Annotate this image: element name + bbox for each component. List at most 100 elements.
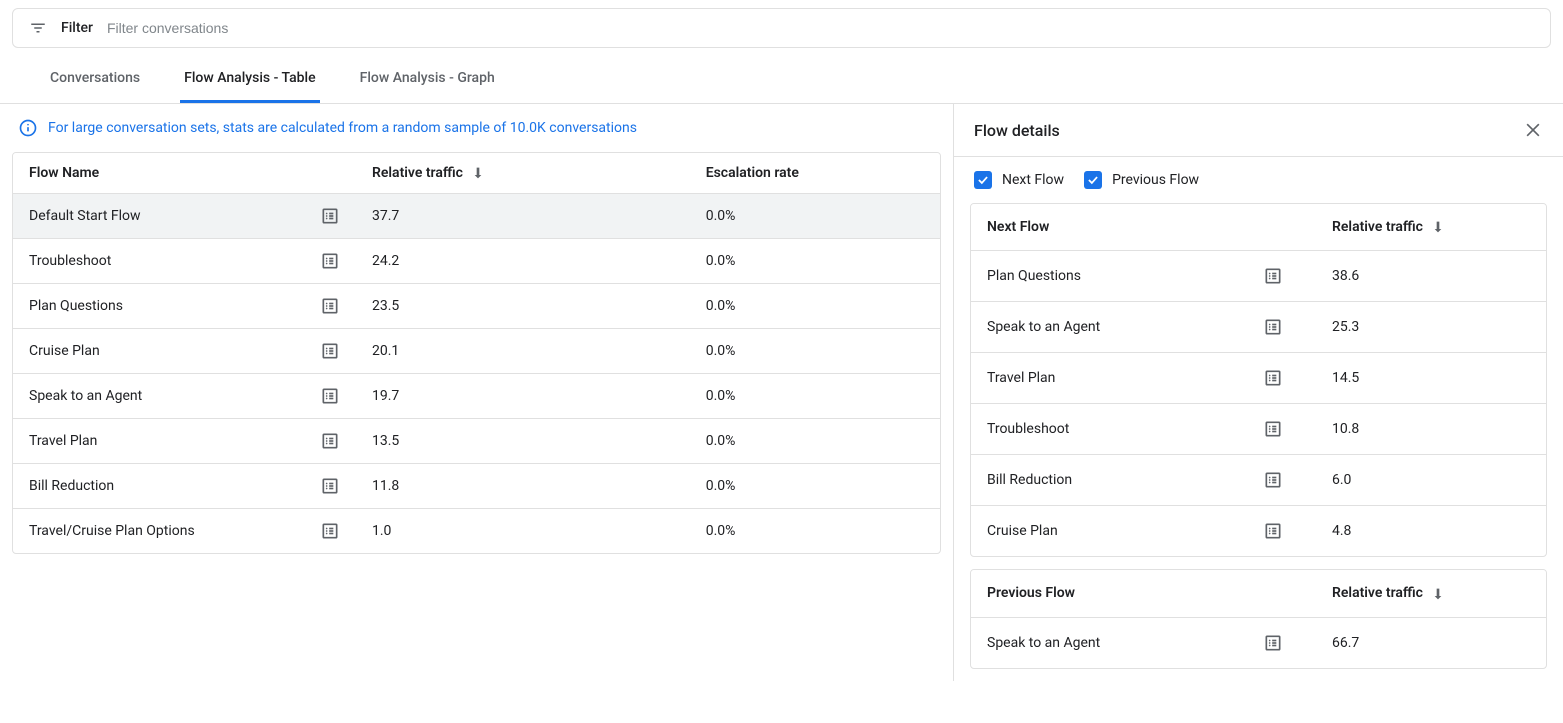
table-row[interactable]: Speak to an Agent 66.7 [971,617,1546,668]
col-header-flow-name[interactable]: Flow Name [13,153,356,194]
col-header-relative-traffic-text: Relative traffic [1332,585,1423,601]
table-row[interactable]: Travel Plan 13.50.0% [13,419,940,464]
table-row[interactable]: Cruise Plan4.8 [971,506,1546,557]
tab-conversations[interactable]: Conversations [46,54,144,103]
relative-traffic-cell: 6.0 [1316,455,1546,506]
relative-traffic-cell: 13.5 [356,419,690,464]
flow-name-text: Speak to an Agent [971,302,1247,353]
escalation-rate-cell: 0.0% [690,464,940,509]
checkbox-previous-flow-label: Previous Flow [1112,172,1199,188]
list-icon[interactable] [320,296,340,316]
list-icon[interactable] [320,251,340,271]
list-icon[interactable] [320,431,340,451]
list-icon[interactable] [1263,368,1300,388]
next-flow-table: Next Flow Relative traffic Plan Question… [970,203,1547,557]
relative-traffic-cell: 37.7 [356,194,690,239]
list-icon[interactable] [320,521,340,541]
table-row[interactable]: Travel Plan 14.5 [971,353,1546,404]
tab-flow-analysis-table[interactable]: Flow Analysis - Table [180,54,320,103]
list-icon[interactable] [320,341,340,361]
relative-traffic-cell: 25.3 [1316,302,1546,353]
flow-name-text: Travel/Cruise Plan Options [29,523,195,539]
col-header-relative-traffic[interactable]: Relative traffic [1316,570,1546,617]
flow-name-text: Speak to an Agent [971,617,1247,668]
table-header-row: Previous Flow Relative traffic [971,570,1546,617]
flow-name-text: Plan Questions [29,298,123,314]
escalation-rate-cell: 0.0% [690,239,940,284]
col-header-next-flow-text: Next Flow [987,219,1049,235]
col-header-escalation-rate-text: Escalation rate [706,165,799,181]
panel-title: Flow details [974,121,1060,140]
table-header-row: Flow Name Relative traffic Escalation ra… [13,153,940,194]
checkbox-previous-flow[interactable]: Previous Flow [1084,171,1199,189]
filter-bar: Filter [12,8,1551,48]
tabs: Conversations Flow Analysis - Table Flow… [0,54,1563,104]
list-icon[interactable] [1263,633,1300,653]
col-header-relative-traffic-text: Relative traffic [1332,219,1423,235]
col-header-relative-traffic[interactable]: Relative traffic [1316,204,1546,251]
list-icon[interactable] [1263,317,1300,337]
relative-traffic-cell: 19.7 [356,374,690,419]
escalation-rate-cell: 0.0% [690,419,940,464]
col-header-relative-traffic-text: Relative traffic [372,165,463,181]
sort-arrow-down-icon [1430,586,1446,602]
escalation-rate-cell: 0.0% [690,284,940,329]
table-row[interactable]: Cruise Plan20.10.0% [13,329,940,374]
flow-name-text: Speak to an Agent [29,388,142,404]
list-icon[interactable] [320,206,340,226]
relative-traffic-cell: 1.0 [356,509,690,554]
flow-name-text: Cruise Plan [29,343,100,359]
filter-icon [29,19,47,37]
table-row[interactable]: Bill Reduction 6.0 [971,455,1546,506]
flow-name-text: Travel Plan [971,353,1247,404]
flow-details-panel: Flow details Next Flow Previous Flow [953,104,1563,681]
sort-arrow-down-icon [1430,219,1446,235]
col-header-relative-traffic[interactable]: Relative traffic [356,153,690,194]
list-icon[interactable] [320,386,340,406]
table-row[interactable]: Plan Questions38.6 [971,251,1546,302]
relative-traffic-cell: 10.8 [1316,404,1546,455]
flow-name-text: Cruise Plan [971,506,1247,557]
list-icon[interactable] [1263,521,1300,541]
flow-name-text: Bill Reduction [29,478,114,494]
checkbox-next-flow[interactable]: Next Flow [974,171,1064,189]
checkbox-checked-icon [974,171,992,189]
sort-arrow-down-icon [470,165,486,181]
escalation-rate-cell: 0.0% [690,374,940,419]
content-area: For large conversation sets, stats are c… [0,104,1563,681]
table-row[interactable]: Speak to an Agent 25.3 [971,302,1546,353]
info-icon [18,118,38,138]
flow-name-text: Bill Reduction [971,455,1247,506]
table-header-row: Next Flow Relative traffic [971,204,1546,251]
list-icon[interactable] [1263,470,1300,490]
table-row[interactable]: Travel/Cruise Plan Options1.00.0% [13,509,940,554]
list-icon[interactable] [1263,266,1300,286]
col-header-next-flow[interactable]: Next Flow [971,204,1247,251]
checkbox-row: Next Flow Previous Flow [954,157,1563,197]
previous-flow-table: Previous Flow Relative traffic Speak to … [970,569,1547,668]
flow-name-text: Travel Plan [29,433,97,449]
close-icon[interactable] [1523,120,1543,140]
col-header-previous-flow[interactable]: Previous Flow [971,570,1247,617]
tab-flow-analysis-graph[interactable]: Flow Analysis - Graph [356,54,499,103]
table-row[interactable]: Speak to an Agent 19.70.0% [13,374,940,419]
info-banner-text: For large conversation sets, stats are c… [48,120,637,136]
table-row[interactable]: Plan Questions23.50.0% [13,284,940,329]
table-row[interactable]: Bill Reduction 11.80.0% [13,464,940,509]
list-icon[interactable] [320,476,340,496]
relative-traffic-cell: 11.8 [356,464,690,509]
col-header-escalation-rate[interactable]: Escalation rate [690,153,940,194]
escalation-rate-cell: 0.0% [690,329,940,374]
table-row[interactable]: Troubleshoot24.20.0% [13,239,940,284]
main-column: For large conversation sets, stats are c… [0,104,953,681]
list-icon[interactable] [1263,419,1300,439]
relative-traffic-cell: 66.7 [1316,617,1546,668]
info-banner: For large conversation sets, stats are c… [0,104,953,152]
table-row[interactable]: Troubleshoot10.8 [971,404,1546,455]
flow-name-text: Troubleshoot [29,253,111,269]
panel-header: Flow details [954,104,1563,157]
table-row[interactable]: Default Start Flow37.70.0% [13,194,940,239]
col-header-flow-name-text: Flow Name [29,165,99,181]
relative-traffic-cell: 14.5 [1316,353,1546,404]
filter-input[interactable] [107,20,1534,36]
